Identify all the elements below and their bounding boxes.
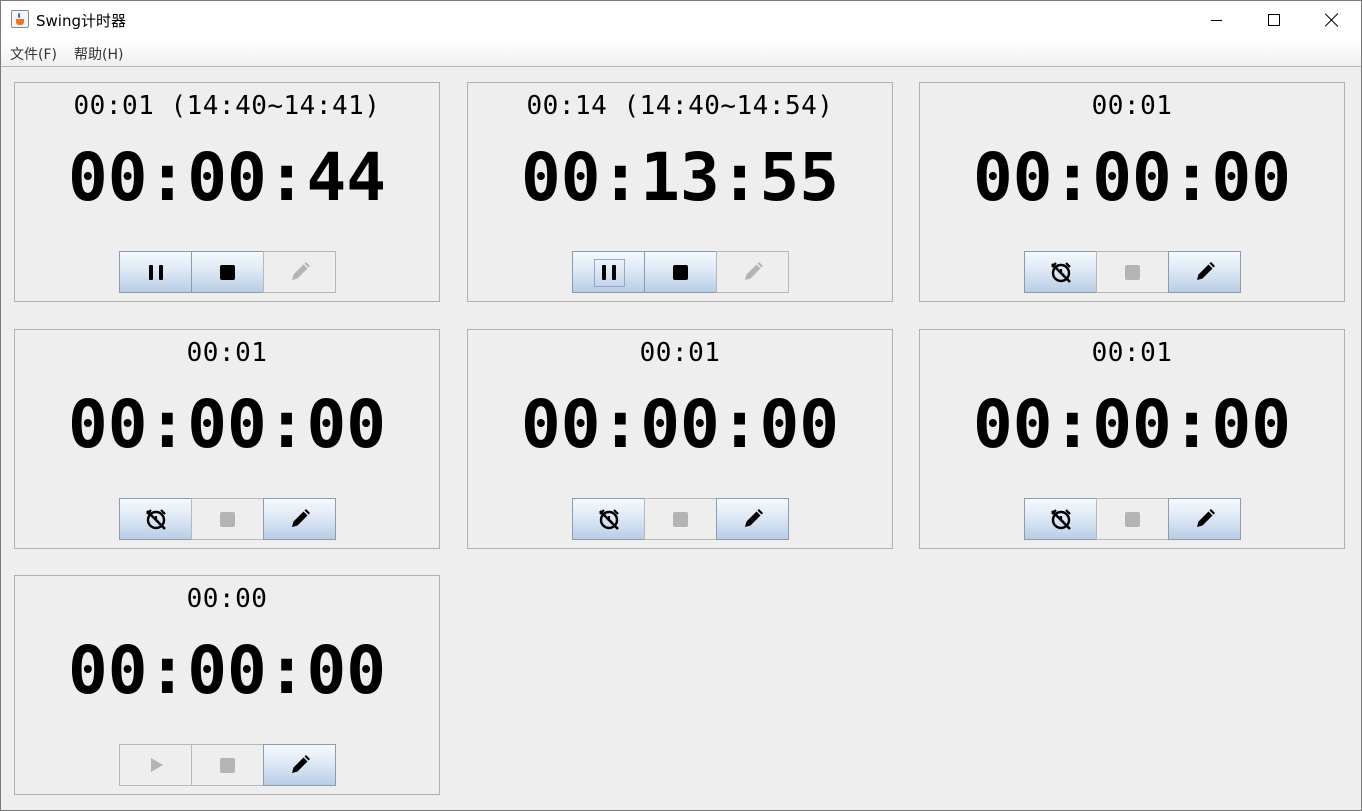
title-bar: Swing计时器 [1, 1, 1361, 39]
stop-button[interactable] [1096, 251, 1169, 293]
pencil-icon [1196, 262, 1215, 280]
alarm-off-button[interactable] [1024, 251, 1097, 293]
edit-button[interactable] [263, 498, 336, 540]
pencil-icon [744, 262, 763, 280]
stop-button[interactable] [191, 498, 264, 540]
alarm-off-icon [1050, 262, 1071, 283]
timer-panel-5: 00:01 00:00:00 [467, 329, 893, 549]
stop-button[interactable] [1096, 498, 1169, 540]
timer-display: 00:00:44 [68, 139, 386, 216]
play-button[interactable] [119, 744, 192, 786]
alarm-off-button[interactable] [572, 498, 645, 540]
timer-label: 00:14 (14:40~14:54) [526, 91, 834, 121]
timer-label: 00:01 [1091, 91, 1173, 121]
timer-display: 00:00:00 [521, 386, 839, 463]
pencil-icon [291, 262, 310, 280]
maximize-button[interactable] [1245, 1, 1303, 39]
timer-display: 00:00:00 [68, 386, 386, 463]
timer-label: 00:01 [639, 338, 721, 368]
pencil-icon [291, 755, 310, 773]
timer-panel-4: 00:01 00:00:00 [14, 329, 440, 549]
stop-icon [673, 511, 688, 527]
stop-icon [220, 264, 235, 280]
stop-button[interactable] [644, 498, 717, 540]
pencil-icon [1196, 509, 1215, 527]
timer-display: 00:13:55 [521, 139, 839, 216]
app-window: Swing计时器 文件(F) 帮助(H) 00:01 (14:40~14:41)… [0, 0, 1362, 811]
close-button[interactable] [1303, 1, 1361, 39]
java-cup-icon [11, 10, 29, 28]
timer-panel-7: 00:00 00:00:00 [14, 575, 440, 795]
timer-controls [119, 498, 337, 540]
edit-button[interactable] [716, 498, 789, 540]
alarm-off-button[interactable] [119, 498, 192, 540]
stop-button[interactable] [191, 251, 264, 293]
stop-icon [220, 757, 235, 773]
timer-controls [1024, 251, 1242, 293]
alarm-off-icon [145, 509, 166, 530]
timer-label: 00:01 [186, 338, 268, 368]
stop-icon [1125, 264, 1140, 280]
play-icon [151, 758, 163, 772]
timer-panel-1: 00:01 (14:40~14:41) 00:00:44 [14, 82, 440, 302]
timer-panel-6: 00:01 00:00:00 [919, 329, 1345, 549]
alarm-off-icon [1050, 509, 1071, 530]
timer-display: 00:00:00 [973, 386, 1291, 463]
pencil-icon [291, 509, 310, 527]
edit-button[interactable] [1168, 251, 1241, 293]
timer-panel-2: 00:14 (14:40~14:54) 00:13:55 [467, 82, 893, 302]
stop-icon [1125, 511, 1140, 527]
minimize-icon [1210, 19, 1222, 21]
timer-label: 00:01 [1091, 338, 1173, 368]
timer-controls [572, 251, 790, 293]
stop-icon [220, 511, 235, 527]
menu-help[interactable]: 帮助(H) [74, 44, 123, 64]
edit-button[interactable] [1168, 498, 1241, 540]
minimize-button[interactable] [1187, 1, 1245, 39]
pause-button[interactable] [572, 251, 645, 293]
timer-controls [1024, 498, 1242, 540]
menu-file[interactable]: 文件(F) [10, 44, 57, 64]
menu-bar: 文件(F) 帮助(H) [1, 39, 1361, 67]
window-title: Swing计时器 [36, 12, 126, 30]
stop-button[interactable] [191, 744, 264, 786]
timer-controls [572, 498, 790, 540]
timer-label: 00:00 [186, 584, 268, 614]
alarm-off-icon [598, 509, 619, 530]
pencil-icon [744, 509, 763, 527]
pause-button[interactable] [119, 251, 192, 293]
maximize-icon [1268, 14, 1280, 26]
edit-button[interactable] [263, 251, 336, 293]
close-icon [1325, 13, 1339, 27]
timer-label: 00:01 (14:40~14:41) [73, 91, 381, 121]
stop-button[interactable] [644, 251, 717, 293]
timer-display: 00:00:00 [68, 632, 386, 709]
edit-button[interactable] [263, 744, 336, 786]
alarm-off-button[interactable] [1024, 498, 1097, 540]
timer-display: 00:00:00 [973, 139, 1291, 216]
edit-button[interactable] [716, 251, 789, 293]
timer-controls [119, 251, 337, 293]
timer-controls [119, 744, 337, 786]
timer-panel-3: 00:01 00:00:00 [919, 82, 1345, 302]
stop-icon [673, 264, 688, 280]
pause-icon [148, 264, 163, 280]
